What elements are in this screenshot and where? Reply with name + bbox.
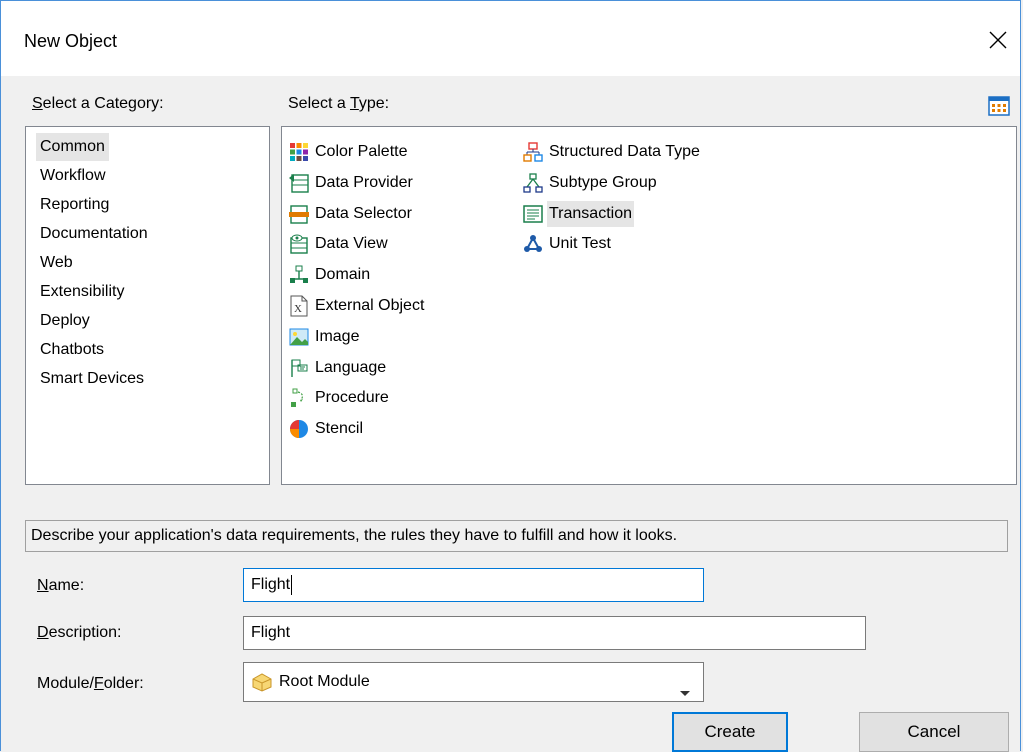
external-object-icon: X: [288, 295, 310, 317]
type-item-data-view[interactable]: Data View: [288, 229, 390, 259]
type-item-label: Language: [315, 358, 387, 376]
category-item-workflow[interactable]: Workflow: [36, 162, 110, 190]
domain-icon: [288, 264, 310, 286]
color-palette-icon: [288, 141, 310, 163]
category-list[interactable]: Common Workflow Reporting Documentation Web E…: [25, 126, 270, 485]
title-bar: New Object: [1, 1, 1020, 76]
view-toggle-icon[interactable]: [986, 94, 1012, 118]
data-view-icon: [288, 233, 310, 255]
category-item-smart-devices[interactable]: Smart Devices: [36, 365, 148, 393]
type-label: Select a Type:: [288, 95, 390, 112]
type-item-transaction[interactable]: Transaction: [522, 199, 634, 229]
type-item-language[interactable]: Language: [288, 353, 388, 383]
type-item-data-selector[interactable]: Data Selector: [288, 199, 414, 229]
category-item-common[interactable]: Common: [36, 133, 109, 161]
description-value: Flight: [251, 624, 291, 641]
module-select[interactable]: Root Module: [243, 662, 704, 702]
type-item-unit-test[interactable]: Unit Test: [522, 229, 613, 259]
structured-data-type-icon: [522, 141, 544, 163]
type-item-label: Stencil: [315, 420, 364, 438]
category-label-mnemonic: S: [32, 95, 43, 112]
close-icon[interactable]: [976, 18, 1020, 62]
type-item-label: Image: [315, 327, 360, 345]
svg-text:X: X: [294, 303, 302, 315]
type-item-structured-data-type[interactable]: Structured Data Type: [522, 137, 702, 167]
type-item-label: Transaction: [547, 200, 634, 227]
transaction-icon: [522, 203, 544, 225]
category-item-reporting[interactable]: Reporting: [36, 191, 113, 219]
type-item-label: Domain: [315, 266, 371, 284]
type-item-label: Data View: [315, 235, 388, 253]
dialog-title: New Object: [24, 31, 118, 51]
stencil-icon: [288, 418, 310, 440]
type-description: Describe your application's data require…: [25, 520, 1008, 552]
type-item-label: Unit Test: [549, 235, 611, 253]
data-selector-icon: [288, 203, 310, 225]
procedure-icon: [288, 387, 310, 409]
type-item-label: Subtype Group: [549, 173, 657, 191]
type-item-domain[interactable]: Domain: [288, 260, 372, 290]
type-item-subtype-group[interactable]: Subtype Group: [522, 168, 659, 198]
description-label: Description:: [37, 624, 122, 641]
type-item-external-object[interactable]: X External Object: [288, 291, 426, 321]
type-item-label: Data Selector: [315, 204, 412, 222]
category-label-rest: elect a Category:: [42, 95, 164, 112]
category-item-deploy[interactable]: Deploy: [36, 307, 94, 335]
language-icon: [288, 357, 310, 379]
type-item-color-palette[interactable]: Color Palette: [288, 137, 410, 167]
data-provider-icon: [288, 172, 310, 194]
name-value: Flight: [251, 576, 291, 593]
module-folder-icon: [251, 672, 273, 692]
cancel-button[interactable]: Cancel: [859, 712, 1009, 752]
type-item-label: Structured Data Type: [549, 143, 700, 160]
category-item-chatbots[interactable]: Chatbots: [36, 336, 108, 364]
chevron-down-icon[interactable]: [679, 678, 691, 710]
type-item-label: Procedure: [315, 389, 389, 407]
create-button[interactable]: Create: [672, 712, 788, 752]
name-input[interactable]: Flight: [243, 568, 704, 602]
type-item-label: External Object: [315, 297, 425, 314]
type-label-mnemonic: T: [349, 95, 359, 112]
type-item-stencil[interactable]: Stencil: [288, 414, 365, 444]
image-icon: [288, 326, 310, 348]
type-item-image[interactable]: Image: [288, 322, 361, 352]
type-list[interactable]: Color Palette Data Provider Data Selector D…: [281, 126, 1017, 485]
new-object-dialog: New Object Select a Category: Select a T…: [0, 0, 1021, 752]
module-label: Module/Folder:: [37, 675, 144, 692]
name-label: Name:: [37, 577, 85, 594]
category-item-extensibility[interactable]: Extensibility: [36, 278, 128, 306]
category-item-web[interactable]: Web: [36, 249, 77, 277]
category-item-documentation[interactable]: Documentation: [36, 220, 152, 248]
type-item-label: Color Palette: [315, 143, 408, 160]
type-item-procedure[interactable]: Procedure: [288, 383, 391, 413]
subtype-group-icon: [522, 172, 544, 194]
text-caret: [291, 574, 293, 595]
type-item-label: Data Provider: [315, 173, 413, 191]
description-input[interactable]: Flight: [243, 616, 866, 650]
unit-test-icon: [522, 233, 544, 255]
category-label: Select a Category:: [32, 95, 164, 113]
module-value: Root Module: [279, 673, 370, 690]
type-item-data-provider[interactable]: Data Provider: [288, 168, 415, 198]
